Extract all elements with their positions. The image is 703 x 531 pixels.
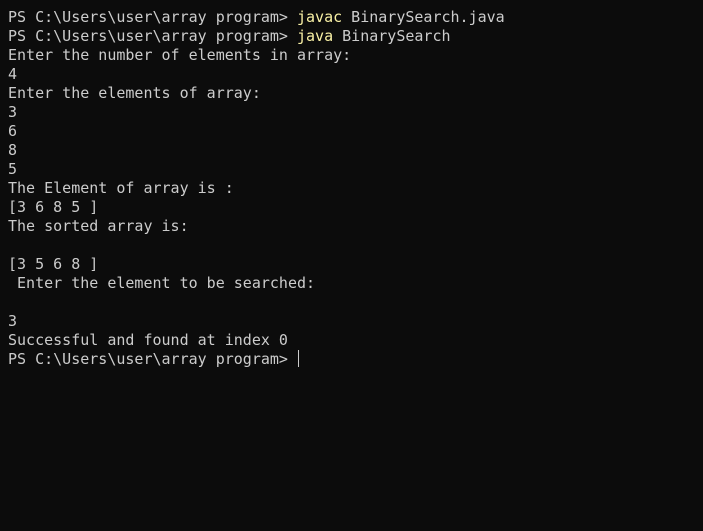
prompt: PS C:\Users\user\array program> [8,350,297,368]
output-line: [3 6 8 5 ] [8,198,99,216]
terminal-window[interactable]: PS C:\Users\user\array program> javac Bi… [0,0,703,531]
output-line: The Element of array is : [8,179,234,197]
output-line: 6 [8,122,18,140]
command-args: BinarySearch [333,27,451,45]
output-line: 5 [8,160,18,178]
output-line: Successful and found at index 0 [8,331,288,349]
active-prompt-line[interactable]: PS C:\Users\user\array program> [8,350,695,369]
command-name: javac [296,8,343,26]
command-line-compile: PS C:\Users\user\array program> javac Bi… [8,8,695,27]
prompt: PS C:\Users\user\array program> [8,27,297,45]
output-line: 3 [8,103,18,121]
command-name: java [296,27,334,45]
output-line: The sorted array is: [8,217,189,235]
prompt: PS C:\Users\user\array program> [8,8,297,26]
output-line: 3 [8,312,18,330]
text-cursor [297,350,299,367]
output-line: 4 [8,65,18,83]
command-args: BinarySearch.java [342,8,505,26]
output-line: [3 5 6 8 ] [8,255,99,273]
output-line: 8 [8,141,18,159]
output-line: Enter the elements of array: [8,84,261,102]
output-line: Enter the number of elements in array: [8,46,352,64]
command-line-run: PS C:\Users\user\array program> java Bin… [8,27,695,46]
output-line: Enter the element to be searched: [8,274,316,292]
